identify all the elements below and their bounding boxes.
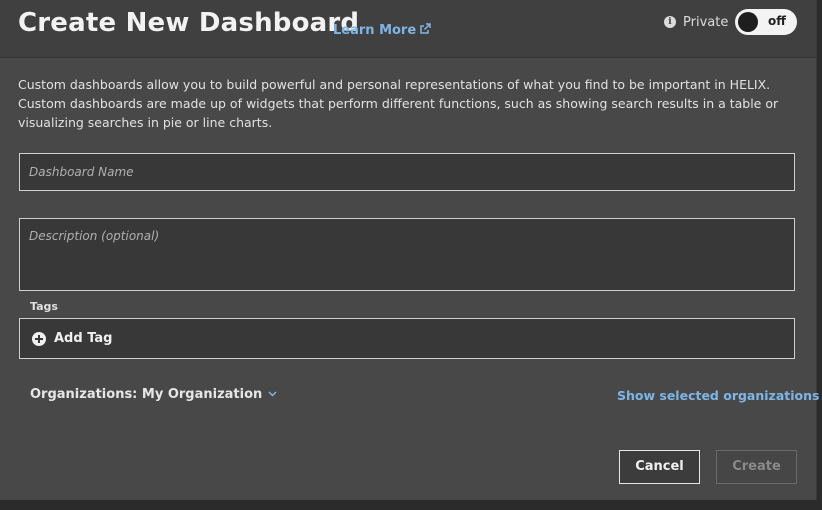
description-field: [19, 218, 795, 291]
page-title: Create New Dashboard: [18, 8, 360, 38]
plus-circle-icon: [32, 331, 46, 346]
create-dashboard-modal: Create New Dashboard Learn More i Privat…: [0, 0, 819, 500]
show-selected-organizations-link[interactable]: Show selected organizations: [617, 388, 819, 403]
dashboard-name-field: [19, 153, 795, 191]
intro-description: Custom dashboards allow you to build pow…: [18, 77, 779, 130]
dashboard-name-input[interactable]: [20, 154, 794, 190]
modal-header: Create New Dashboard Learn More i Privat…: [0, 0, 816, 58]
organizations-dropdown[interactable]: Organizations: My Organization: [30, 387, 277, 402]
add-tag-button[interactable]: Add Tag: [19, 318, 795, 359]
private-label: Private: [683, 14, 729, 30]
info-icon[interactable]: i: [664, 16, 676, 28]
toggle-knob: [738, 12, 758, 32]
add-tag-label: Add Tag: [54, 331, 113, 346]
cancel-button[interactable]: Cancel: [619, 450, 700, 484]
private-toggle[interactable]: off: [735, 9, 797, 35]
create-button[interactable]: Create: [716, 450, 797, 484]
external-link-icon: [420, 23, 431, 34]
toggle-state-label: off: [768, 14, 786, 28]
learn-more-label: Learn More: [333, 23, 417, 38]
tags-label: Tags: [30, 300, 58, 313]
learn-more-link[interactable]: Learn More: [333, 23, 431, 38]
description-input[interactable]: [20, 219, 794, 290]
private-setting: i Private: [664, 13, 728, 31]
chevron-down-icon: [268, 391, 277, 397]
backdrop: [0, 500, 822, 510]
organizations-label: Organizations: My Organization: [30, 387, 263, 402]
